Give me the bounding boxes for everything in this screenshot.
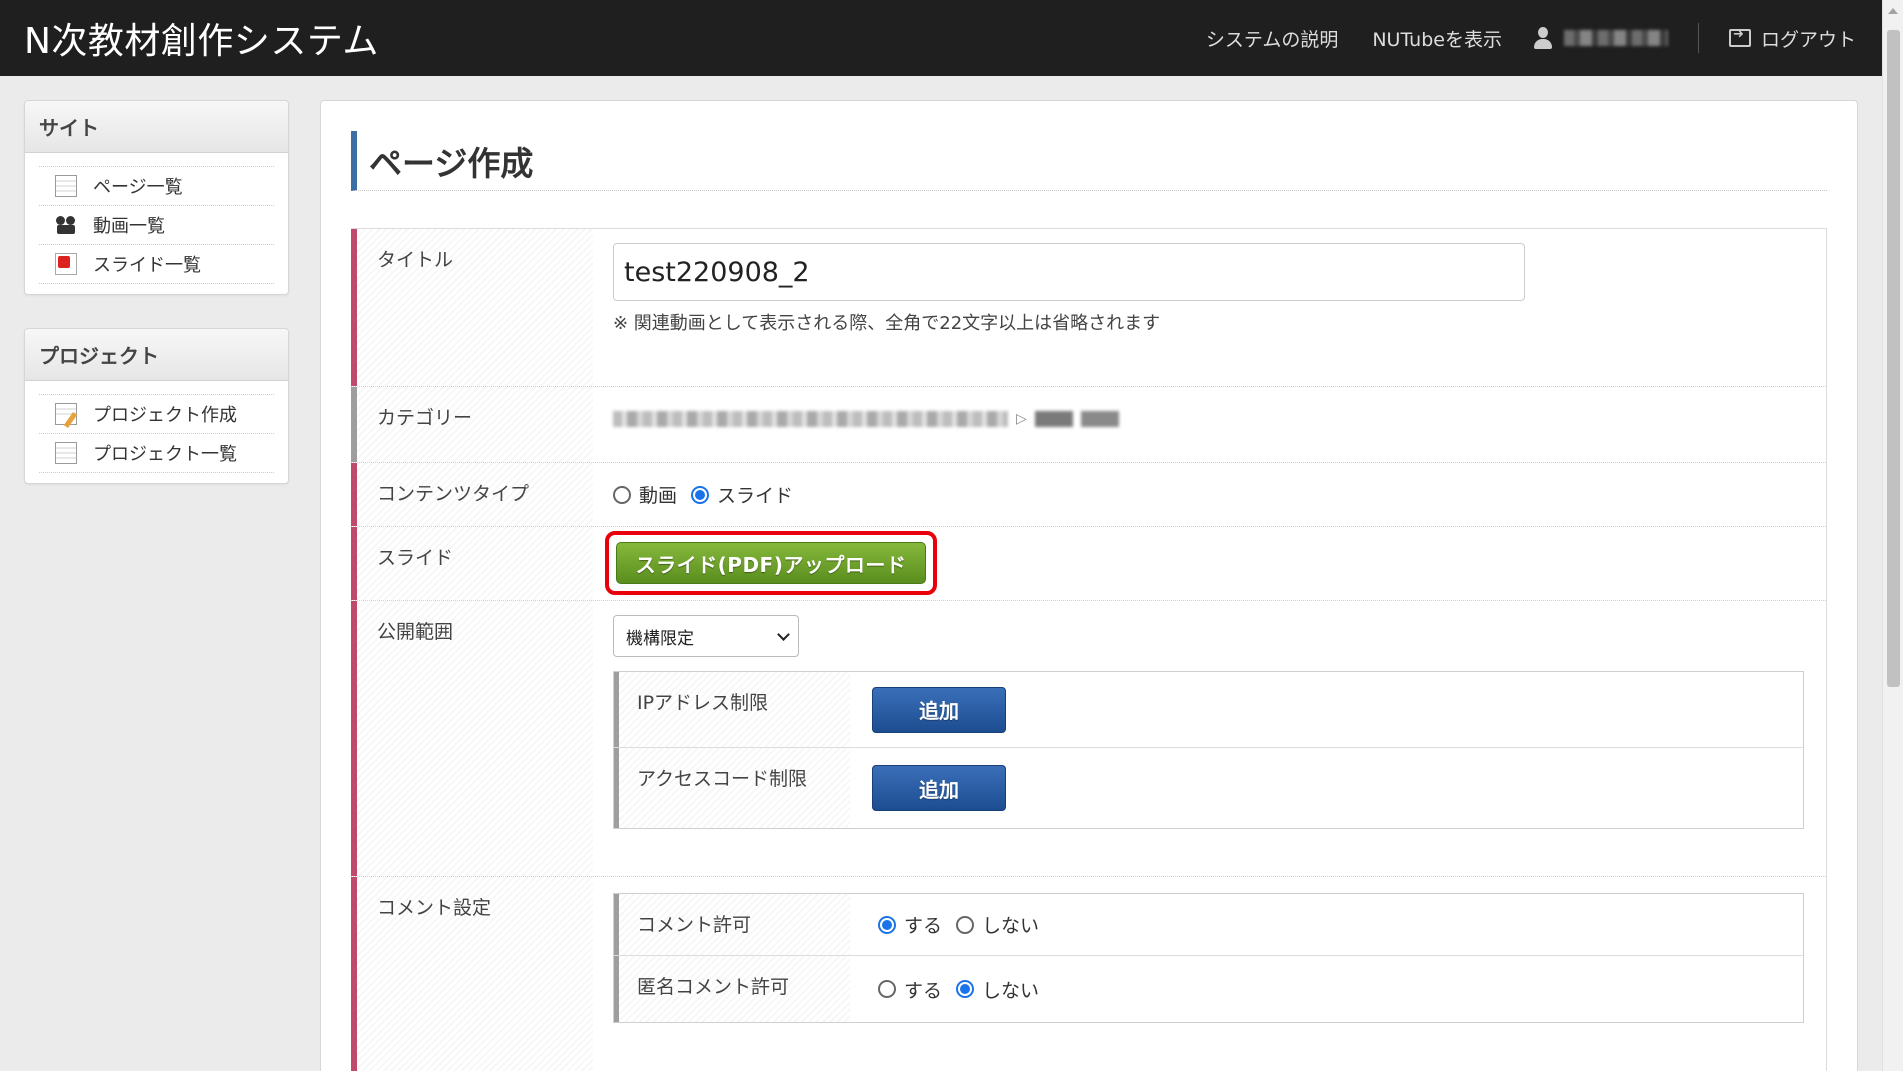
access-code-label: アクセスコード制限 xyxy=(614,748,850,828)
document-icon xyxy=(51,175,77,200)
top-nav: システムの説明 NUTubeを表示 ログアウト xyxy=(1172,0,1882,76)
comment-allow-no-label[interactable]: しない xyxy=(982,911,1039,938)
comment-cell: コメント許可 する しない 匿名コメント許可 する しない xyxy=(593,877,1826,1071)
category-path-redacted: ▷ xyxy=(613,411,1826,427)
sidebar-item-label: プロジェクト作成 xyxy=(93,405,237,426)
sidebar-item-slide-list[interactable]: スライド一覧 xyxy=(39,244,274,284)
title-input[interactable]: test220908_2 xyxy=(613,243,1525,301)
category-chevron-icon: ▷ xyxy=(1016,411,1027,427)
sidebar-project-title: プロジェクト xyxy=(25,329,288,381)
comment-allow-yes-radio[interactable] xyxy=(878,915,896,934)
sidebar-site-panel: サイト ページ一覧 動画一覧 スライド一覧 xyxy=(24,100,289,295)
form-row-slide: スライド スライド(PDF)アップロード xyxy=(351,527,1826,601)
vertical-scrollbar[interactable] xyxy=(1882,0,1903,1071)
content-type-slide-label[interactable]: スライド xyxy=(717,481,793,508)
comment-table: コメント許可 する しない 匿名コメント許可 する しない xyxy=(613,893,1804,1023)
nav-system-description[interactable]: システムの説明 xyxy=(1206,25,1338,52)
ip-restriction-row: IPアドレス制限 追加 xyxy=(614,672,1803,748)
logout-link[interactable]: ログアウト xyxy=(1728,25,1856,52)
comment-allow-label: コメント許可 xyxy=(614,894,850,955)
slide-cell: スライド(PDF)アップロード xyxy=(593,527,1826,600)
category-blur-3 xyxy=(1080,411,1119,427)
ip-restriction-label: IPアドレス制限 xyxy=(614,672,850,747)
form-row-title: タイトル test220908_2 ※ 関連動画として表示される際、全角で22文… xyxy=(351,229,1826,387)
anon-comment-yes-label[interactable]: する xyxy=(904,976,942,1003)
user-icon xyxy=(1532,26,1554,50)
anon-comment-label: 匿名コメント許可 xyxy=(614,956,850,1022)
user-name-redacted xyxy=(1563,30,1668,46)
comment-allow-no-radio[interactable] xyxy=(956,915,975,934)
restriction-table: IPアドレス制限 追加 アクセスコード制限 追加 xyxy=(613,671,1804,829)
content-type-slide-radio[interactable] xyxy=(691,485,710,504)
category-label: カテゴリー xyxy=(351,387,593,462)
title-label: タイトル xyxy=(351,229,593,386)
sidebar-item-create-project[interactable]: プロジェクト作成 xyxy=(39,394,274,434)
form-row-comment: コメント設定 コメント許可 する しない 匿名コメント許可 する しない xyxy=(351,877,1826,1071)
visibility-cell: 機構限定 IPアドレス制限 追加 アクセスコード制限 追加 xyxy=(593,601,1826,876)
title-hint: ※ 関連動画として表示される際、全角で22文字以上は省略されます xyxy=(613,313,1161,334)
nav-divider xyxy=(1697,23,1699,53)
comment-allow-cell: する しない xyxy=(850,894,1803,955)
comment-allow-yes-label[interactable]: する xyxy=(904,911,942,938)
page-title: ページ作成 xyxy=(351,131,1827,191)
category-blur-1 xyxy=(613,411,1008,427)
content-type-cell: 動画 スライド xyxy=(593,463,1826,526)
film-camera-icon xyxy=(55,214,77,236)
sidebar-item-label: スライド一覧 xyxy=(93,255,201,276)
ip-add-button[interactable]: 追加 xyxy=(872,686,1006,733)
anon-comment-cell: する しない xyxy=(850,956,1803,1022)
sidebar-item-label: 動画一覧 xyxy=(93,216,165,237)
form-row-category: カテゴリー ▷ xyxy=(351,387,1826,463)
access-code-add-button[interactable]: 追加 xyxy=(872,765,1006,811)
access-code-cell: 追加 xyxy=(850,748,1803,828)
category-blur-2 xyxy=(1034,411,1073,427)
form-row-visibility: 公開範囲 機構限定 IPアドレス制限 追加 アクセスコード制限 追加 xyxy=(351,601,1826,877)
visibility-label: 公開範囲 xyxy=(351,601,593,876)
slide-pdf-upload-button[interactable]: スライド(PDF)アップロード xyxy=(616,542,926,584)
anon-comment-no-radio[interactable] xyxy=(956,980,975,998)
content-type-video-label[interactable]: 動画 xyxy=(639,481,677,508)
slide-label: スライド xyxy=(351,527,593,600)
visibility-select[interactable]: 機構限定 xyxy=(613,615,799,657)
sidebar-item-project-list[interactable]: プロジェクト一覧 xyxy=(39,433,274,473)
user-menu[interactable] xyxy=(1532,26,1668,50)
anon-comment-yes-radio[interactable] xyxy=(878,980,896,998)
sidebar-site-title: サイト xyxy=(25,101,288,153)
anon-comment-no-label[interactable]: しない xyxy=(982,976,1039,1003)
anon-comment-row: 匿名コメント許可 する しない xyxy=(614,956,1803,1022)
sidebar-project-panel: プロジェクト プロジェクト作成 プロジェクト一覧 xyxy=(24,328,289,484)
sidebar-item-label: プロジェクト一覧 xyxy=(93,444,237,465)
scrollbar-thumb[interactable] xyxy=(1887,30,1900,687)
form-row-content-type: コンテンツタイプ 動画 スライド xyxy=(351,463,1826,527)
content-type-radios: 動画 スライド xyxy=(613,481,1826,508)
brand-title[interactable]: N次教材創作システム xyxy=(24,12,379,64)
pdf-icon xyxy=(55,253,77,275)
nav-show-nutube[interactable]: NUTubeを表示 xyxy=(1372,25,1502,52)
category-cell: ▷ xyxy=(593,387,1826,462)
anon-comment-radios: する しない xyxy=(878,976,1053,1003)
comment-allow-row: コメント許可 する しない xyxy=(614,894,1803,956)
main-content: ページ作成 タイトル test220908_2 ※ 関連動画として表示される際、… xyxy=(320,100,1858,1071)
sidebar-item-page-list[interactable]: ページ一覧 xyxy=(39,166,274,206)
sidebar-item-label: ページ一覧 xyxy=(93,177,183,198)
logout-label: ログアウト xyxy=(1760,28,1856,51)
access-code-row: アクセスコード制限 追加 xyxy=(614,748,1803,828)
document-edit-icon xyxy=(55,403,77,425)
title-cell: test220908_2 ※ 関連動画として表示される際、全角で22文字以上は省… xyxy=(593,229,1826,386)
content-type-video-radio[interactable] xyxy=(613,485,631,504)
document-icon xyxy=(51,442,77,467)
ip-restriction-cell: 追加 xyxy=(850,672,1803,747)
scroll-up-arrow-icon[interactable] xyxy=(1888,8,1898,14)
top-header: N次教材創作システム システムの説明 NUTubeを表示 ログアウト xyxy=(0,0,1882,76)
logout-icon xyxy=(1728,27,1751,47)
sidebar-item-video-list[interactable]: 動画一覧 xyxy=(39,205,274,245)
content-type-label: コンテンツタイプ xyxy=(351,463,593,526)
comment-label: コメント設定 xyxy=(351,877,593,1071)
comment-allow-radios: する しない xyxy=(878,911,1053,938)
page-form: タイトル test220908_2 ※ 関連動画として表示される際、全角で22文… xyxy=(351,228,1827,1071)
upload-highlight-frame: スライド(PDF)アップロード xyxy=(605,531,937,595)
